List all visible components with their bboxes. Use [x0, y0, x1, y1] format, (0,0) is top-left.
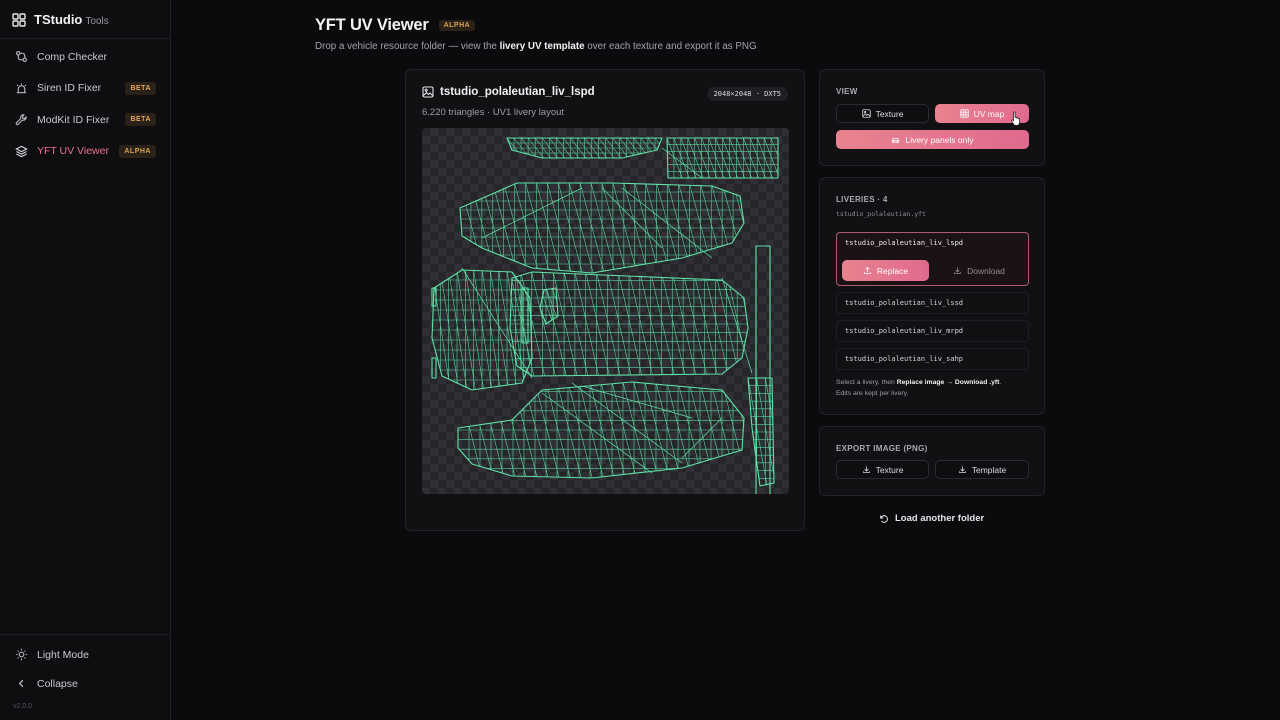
sidebar-item-label: YFT UV Viewer — [37, 145, 109, 158]
sidebar-footer: Light Mode Collapse — [0, 640, 170, 698]
replace-button[interactable]: Replace — [842, 260, 929, 281]
collapse-button[interactable]: Collapse — [0, 669, 170, 698]
hint-post: . — [999, 379, 1002, 386]
subtitle-pre: Drop a vehicle resource folder — view th… — [315, 41, 500, 52]
collapse-label: Collapse — [37, 677, 78, 690]
load-another-folder-label: Load another folder — [895, 513, 985, 524]
light-mode-label: Light Mode — [37, 648, 89, 661]
sidebar-item-yft-uv-viewer[interactable]: YFT UV Viewer ALPHA — [0, 136, 170, 168]
sidebar-item-label: Siren ID Fixer — [37, 82, 102, 95]
sun-icon — [14, 648, 28, 662]
git-compare-icon — [14, 50, 28, 64]
brand[interactable]: TStudio Tools — [12, 11, 109, 29]
sidebar-bottom-divider — [0, 634, 170, 635]
siren-icon — [14, 81, 28, 95]
image-icon — [422, 86, 434, 98]
livery-item[interactable]: tstudio_polaleutian_liv_lssd — [836, 292, 1029, 314]
export-section-label: EXPORT IMAGE (PNG) — [836, 444, 928, 453]
hint-line2: Edits are kept per livery. — [836, 390, 909, 397]
download-yft-button[interactable]: Download — [935, 260, 1023, 281]
version-label: v2.0.0 — [13, 703, 33, 710]
export-texture-label: Texture — [875, 464, 904, 475]
image-icon — [861, 109, 871, 118]
view-section-label: VIEW — [836, 87, 858, 96]
export-texture-button[interactable]: Texture — [836, 460, 929, 479]
livery-panels-only-toggle[interactable]: Livery panels only — [836, 130, 1029, 149]
texture-view-button[interactable]: Texture — [836, 104, 929, 123]
alpha-badge: ALPHA — [438, 20, 476, 31]
export-template-label: Template — [971, 464, 1007, 475]
sidebar-item-label: ModKit ID Fixer — [37, 113, 110, 126]
livery-panels-only-label: Livery panels only — [905, 134, 974, 145]
export-template-button[interactable]: Template — [935, 460, 1029, 479]
sidebar: TStudio Tools Comp Checker Siren ID Fixer… — [0, 0, 171, 720]
viewer-meta: 6.220 triangles · UV1 livery layout — [422, 107, 565, 118]
brand-divider — [0, 38, 170, 39]
download-icon — [958, 466, 966, 473]
page-subtitle: Drop a vehicle resource folder — view th… — [315, 41, 757, 52]
livery-item-selected[interactable]: tstudio_polaleutian_liv_lspd Replace Dow… — [836, 232, 1029, 286]
rotate-ccw-icon — [880, 514, 888, 523]
beta-badge: BETA — [125, 81, 156, 95]
uv-canvas[interactable] — [422, 128, 789, 494]
wrench-icon — [14, 113, 28, 127]
download-label: Download — [967, 265, 1005, 276]
viewer-title: tstudio_polaleutian_liv_lspd — [440, 86, 595, 98]
sidebar-item-label: Comp Checker — [37, 50, 108, 63]
texture-view-label: Texture — [875, 108, 904, 119]
page-title-text: YFT UV Viewer — [315, 16, 429, 34]
download-icon — [954, 267, 962, 274]
hint-pre: Select a livery, then — [836, 379, 897, 386]
export-panel: EXPORT IMAGE (PNG) Texture Template — [819, 426, 1045, 496]
viewer-header: tstudio_polaleutian_liv_lspd — [422, 86, 595, 98]
alpha-badge: ALPHA — [119, 144, 156, 158]
liveries-hint: Select a livery, then Replace image → Do… — [836, 377, 1036, 399]
resolution-pill: 2048×2048 · DXT5 — [706, 87, 788, 101]
car-icon — [892, 137, 900, 144]
brand-sub: Tools — [85, 16, 109, 27]
layers-icon — [14, 144, 28, 158]
replace-label: Replace — [876, 265, 909, 276]
subtitle-bold: livery UV template — [499, 41, 585, 52]
sidebar-item-siren-id-fixer[interactable]: Siren ID Fixer BETA — [0, 73, 170, 105]
sidebar-item-modkit-id-fixer[interactable]: ModKit ID Fixer BETA — [0, 104, 170, 136]
mouse-cursor-icon — [1011, 111, 1020, 126]
sidebar-item-comp-checker[interactable]: Comp Checker — [0, 41, 170, 73]
yft-filename: tstudio_polaleutian.yft — [836, 210, 927, 218]
livery-item[interactable]: tstudio_polaleutian_liv_mrpd — [836, 320, 1029, 342]
livery-name: tstudio_polaleutian_liv_lspd — [845, 239, 964, 247]
app-root: TStudio Tools Comp Checker Siren ID Fixer… — [0, 0, 1280, 720]
load-another-folder-button[interactable]: Load another folder — [879, 513, 984, 524]
sidebar-nav: Comp Checker Siren ID Fixer BETA ModKit … — [0, 41, 170, 167]
page-title: YFT UV Viewer ALPHA — [315, 16, 476, 35]
livery-item[interactable]: tstudio_polaleutian_liv_sahp — [836, 348, 1029, 370]
brand-name: TStudio — [34, 12, 83, 27]
hint-bold: Replace image → Download .yft — [896, 379, 1000, 386]
grid-icon — [959, 109, 969, 118]
light-mode-toggle[interactable]: Light Mode — [0, 640, 170, 669]
grid-logo-icon — [12, 13, 26, 27]
download-icon — [862, 466, 870, 473]
subtitle-post: over each texture and export it as PNG — [584, 41, 757, 52]
uv-map-view-label: UV map — [973, 108, 1005, 119]
uv-viewer-card: tstudio_polaleutian_liv_lspd 6.220 trian… — [405, 69, 805, 531]
chevron-left-icon — [14, 677, 28, 691]
liveries-section-label: LIVERIES · 4 — [836, 195, 888, 204]
upload-icon — [863, 266, 871, 274]
liveries-panel: LIVERIES · 4 tstudio_polaleutian.yft tst… — [819, 177, 1045, 415]
beta-badge: BETA — [125, 113, 156, 126]
uv-wireframe — [431, 137, 779, 494]
